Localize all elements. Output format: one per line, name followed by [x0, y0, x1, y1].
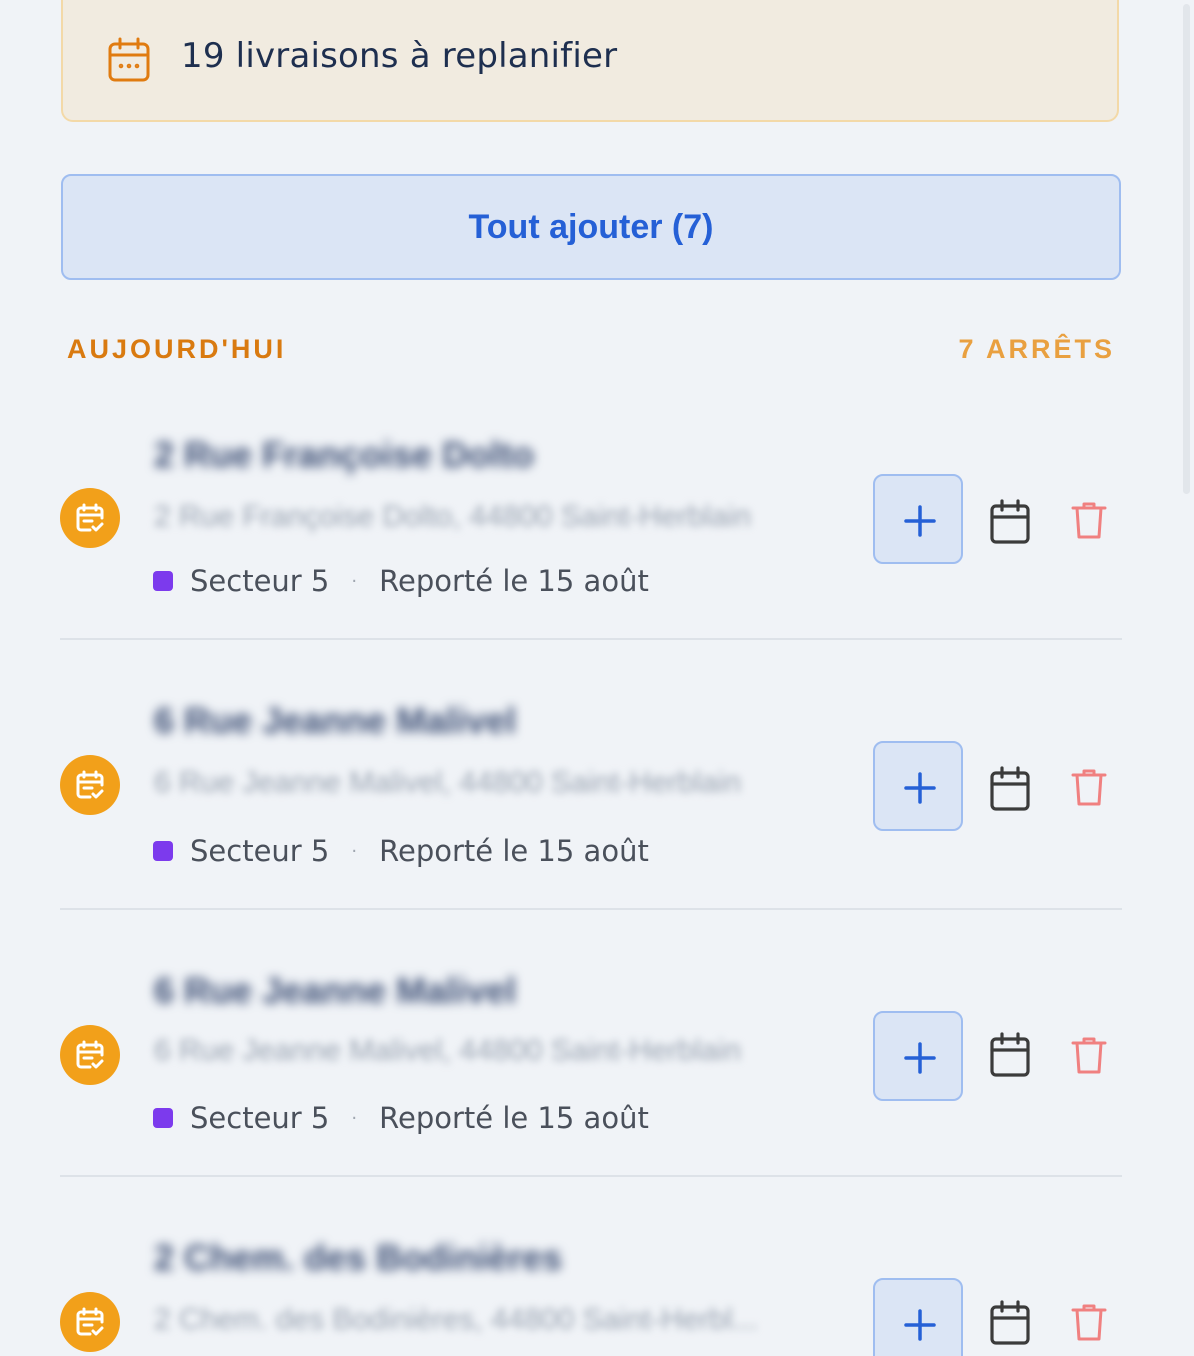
- calendar-icon[interactable]: [988, 765, 1032, 813]
- add-stop-button[interactable]: [873, 1011, 963, 1101]
- stops-count: 7 ARRÊTS: [958, 334, 1115, 364]
- row-divider: [60, 638, 1122, 640]
- plus-icon: [904, 1042, 936, 1074]
- list-item[interactable]: 2 Chem. des Bodinières 2 Chem. des Bodin…: [60, 1227, 1122, 1356]
- page: 19 livraisons à replanifier Tout ajouter…: [0, 0, 1194, 1356]
- add-stop-button[interactable]: [873, 1278, 963, 1356]
- trash-icon[interactable]: [1070, 1035, 1108, 1075]
- stop-address: 2 Chem. des Bodinières, 44800 Saint-Herb…: [154, 1303, 758, 1336]
- sector-color-dot: [153, 1108, 173, 1128]
- sector-label: Secteur 5: [190, 834, 330, 868]
- rescheduled-status-badge: [60, 488, 120, 548]
- row-divider: [60, 1175, 1122, 1177]
- reschedule-status: Reporté le 15 août: [379, 564, 649, 598]
- banner-text: 19 livraisons à replanifier: [181, 36, 618, 76]
- add-all-button[interactable]: Tout ajouter (7): [61, 174, 1121, 280]
- plus-icon: [904, 505, 936, 537]
- stop-meta: Secteur 5 · Reporté le 15 août: [153, 1101, 649, 1135]
- list-item[interactable]: 6 Rue Jeanne Malivel 6 Rue Jeanne Malive…: [60, 690, 1122, 910]
- sector-label: Secteur 5: [190, 564, 330, 598]
- calendar-check-icon: [76, 1307, 104, 1336]
- stop-address: 2 Rue Françoise Dolto, 44800 Saint-Herbl…: [154, 500, 751, 533]
- calendar-check-icon: [76, 770, 104, 799]
- rescheduled-status-badge: [60, 1025, 120, 1085]
- calendar-check-icon: [76, 1040, 104, 1069]
- calendar-check-icon: [76, 503, 104, 532]
- stop-address: 6 Rue Jeanne Malivel, 44800 Saint-Herbla…: [154, 1034, 742, 1067]
- sector-color-dot: [153, 841, 173, 861]
- trash-icon[interactable]: [1070, 500, 1108, 540]
- reschedule-status: Reporté le 15 août: [379, 1101, 649, 1135]
- stop-meta: Secteur 5 · Reporté le 15 août: [153, 834, 649, 868]
- stop-title: 2 Chem. des Bodinières: [154, 1237, 563, 1278]
- list-item[interactable]: 6 Rue Jeanne Malivel 6 Rue Jeanne Malive…: [60, 960, 1122, 1180]
- separator: ·: [351, 1107, 358, 1129]
- calendar-dots-icon: [108, 37, 150, 82]
- sector-color-dot: [153, 571, 173, 591]
- row-divider: [60, 908, 1122, 910]
- calendar-icon[interactable]: [988, 1299, 1032, 1347]
- rescheduled-status-badge: [60, 755, 120, 815]
- trash-icon[interactable]: [1070, 767, 1108, 807]
- add-stop-button[interactable]: [873, 474, 963, 564]
- calendar-icon[interactable]: [988, 498, 1032, 546]
- separator: ·: [351, 840, 358, 862]
- stop-address: 6 Rue Jeanne Malivel, 44800 Saint-Herbla…: [154, 766, 742, 799]
- sector-label: Secteur 5: [190, 1101, 330, 1135]
- plus-icon: [904, 1309, 936, 1341]
- plus-icon: [904, 772, 936, 804]
- section-title: AUJOURD'HUI: [67, 334, 287, 364]
- stop-title: 6 Rue Jeanne Malivel: [154, 700, 517, 741]
- stop-meta: Secteur 5 · Reporté le 15 août: [153, 564, 649, 598]
- scrollbar-thumb[interactable]: [1183, 4, 1190, 494]
- separator: ·: [351, 570, 358, 592]
- calendar-icon[interactable]: [988, 1031, 1032, 1079]
- list-item[interactable]: 2 Rue Françoise Dolto 2 Rue Françoise Do…: [60, 420, 1122, 640]
- reschedule-status: Reporté le 15 août: [379, 834, 649, 868]
- rescheduled-status-badge: [60, 1292, 120, 1352]
- scrollbar[interactable]: [1180, 0, 1194, 1356]
- reschedule-banner[interactable]: 19 livraisons à replanifier: [61, 0, 1119, 122]
- stop-title: 2 Rue Françoise Dolto: [154, 434, 535, 475]
- stop-title: 6 Rue Jeanne Malivel: [154, 970, 517, 1011]
- add-stop-button[interactable]: [873, 741, 963, 831]
- trash-icon[interactable]: [1070, 1302, 1108, 1342]
